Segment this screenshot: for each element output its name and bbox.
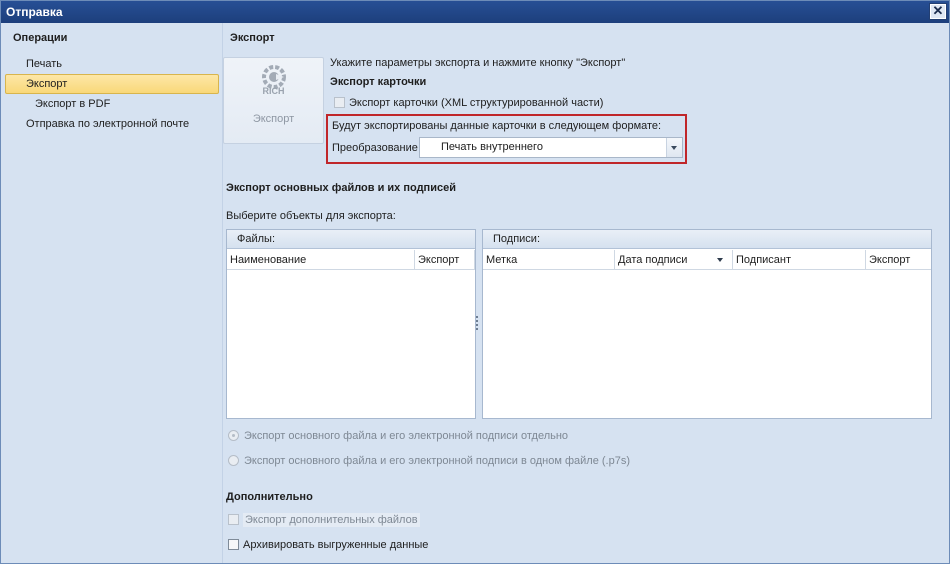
logo-text: RICH (262, 86, 285, 96)
files-section-title: Экспорт основных файлов и их подписей (226, 182, 456, 194)
title-bar: Отправка ✕ (1, 1, 949, 23)
column-export[interactable]: Экспорт (415, 250, 475, 270)
files-panel: Файлы: Наименование Экспорт (226, 229, 476, 419)
card-section-title: Экспорт карточки (330, 76, 427, 88)
splitter-handle[interactable] (476, 316, 479, 332)
sidebar-item-print[interactable]: Печать (5, 54, 219, 74)
transform-select[interactable]: Печать внутреннего (419, 137, 683, 158)
sidebar-item-export-pdf[interactable]: Экспорт в PDF (5, 94, 219, 114)
close-button[interactable]: ✕ (929, 3, 947, 20)
page-title: Экспорт (230, 32, 275, 44)
radio-separate[interactable]: Экспорт основного файла и его электронно… (228, 430, 568, 442)
extra-files-label: Экспорт дополнительных файлов (243, 513, 420, 527)
signatures-panel: Подписи: Метка Дата подписи Подписант Эк… (482, 229, 932, 419)
checkbox-icon (228, 539, 239, 550)
extra-files-checkbox[interactable]: Экспорт дополнительных файлов (228, 513, 420, 527)
radio-single-file[interactable]: Экспорт основного файла и его электронно… (228, 455, 630, 467)
operations-sidebar: Операции Печать Экспорт Экспорт в PDF От… (1, 23, 223, 563)
window-title: Отправка (6, 5, 63, 19)
main-panel: Экспорт RICH Экспорт Укажите параметры э… (223, 23, 949, 563)
chevron-down-icon[interactable] (666, 138, 682, 157)
files-panel-title: Файлы: (227, 230, 475, 249)
extra-section-title: Дополнительно (226, 491, 313, 503)
checkbox-icon (334, 97, 345, 108)
export-dialog: Отправка ✕ Операции Печать Экспорт Экспо… (0, 0, 950, 564)
column-name[interactable]: Наименование (227, 250, 415, 270)
column-sig-export[interactable]: Экспорт (866, 250, 931, 270)
column-label[interactable]: Метка (483, 250, 615, 270)
format-highlight-box: Будут экспортированы данные карточки в с… (326, 114, 687, 164)
sidebar-title: Операции (13, 32, 68, 44)
export-card-label: Экспорт карточки (XML структурированной … (349, 97, 604, 109)
sort-icon (717, 258, 724, 262)
export-card-checkbox[interactable]: Экспорт карточки (XML структурированной … (334, 97, 603, 109)
export-button-label: Экспорт (252, 113, 295, 125)
radio-single-label: Экспорт основного файла и его электронно… (244, 455, 631, 467)
column-signer[interactable]: Подписант (733, 250, 866, 270)
sign-date-label: Дата подписи (618, 254, 688, 266)
transform-label: Преобразование (332, 142, 418, 154)
column-sign-date[interactable]: Дата подписи (615, 250, 733, 270)
sidebar-item-email[interactable]: Отправка по электронной почте (5, 114, 219, 134)
export-button[interactable]: RICH Экспорт (223, 57, 324, 144)
select-objects-label: Выберите объекты для экспорта: (226, 210, 396, 222)
instructions-text: Укажите параметры экспорта и нажмите кно… (330, 57, 626, 69)
signatures-panel-title: Подписи: (483, 230, 931, 249)
checkbox-icon (228, 514, 239, 525)
sidebar-item-export[interactable]: Экспорт (5, 74, 219, 94)
archive-checkbox[interactable]: Архивировать выгруженные данные (228, 539, 428, 551)
transform-value: Печать внутреннего (441, 141, 543, 153)
archive-label: Архивировать выгруженные данные (243, 539, 429, 551)
radio-icon (228, 430, 239, 441)
radio-separate-label: Экспорт основного файла и его электронно… (244, 430, 569, 442)
format-note: Будут экспортированы данные карточки в с… (332, 120, 662, 132)
radio-icon (228, 455, 239, 466)
